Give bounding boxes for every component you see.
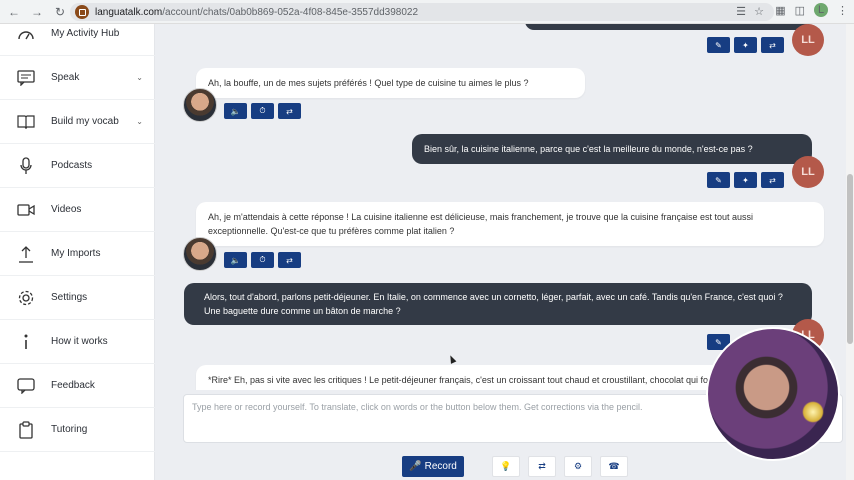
ai-message[interactable]: Ah, je m'attendais à cette réponse ! La … — [196, 202, 824, 246]
phone-icon: ☎ — [608, 461, 620, 471]
sidebar: My Activity Hub Speak ⌄ Build my vocab ⌄… — [0, 24, 155, 480]
sidebar-item-tutoring[interactable]: Tutoring — [0, 408, 155, 452]
sidebar-item-videos[interactable]: Videos — [0, 188, 155, 232]
star-icon[interactable]: ☆ — [752, 5, 766, 18]
user-message-actions: ✎ ✦ ⇄ — [707, 172, 784, 188]
translate-icon[interactable]: ☰ — [734, 5, 748, 18]
ai-message-actions: 🔈 ⏱ ⇄ — [224, 252, 301, 268]
url-path: /account/chats/0ab0b869-052a-4f08-845e-3… — [162, 6, 419, 18]
activity-icon — [15, 23, 37, 45]
sidebar-item-activity-hub[interactable]: My Activity Hub — [0, 12, 155, 56]
translate-icon[interactable]: ⇄ — [761, 37, 784, 53]
chevron-down-icon: ⌄ — [136, 117, 143, 126]
webcam-overlay — [706, 327, 840, 461]
sidebar-item-speak[interactable]: Speak ⌄ — [0, 56, 155, 100]
speech-bubble-icon — [15, 67, 37, 89]
sidebar-item-how-it-works[interactable]: How it works — [0, 320, 155, 364]
tutor-avatar — [183, 237, 217, 271]
ai-message[interactable]: Ah, la bouffe, un de mes sujets préférés… — [196, 68, 585, 98]
extensions-icon[interactable]: ▦ — [775, 4, 785, 17]
feedback-icon — [15, 375, 37, 397]
translate-button[interactable]: ⇄ — [528, 456, 556, 477]
clipboard-icon — [15, 419, 37, 441]
chat-scrollbar-thumb[interactable] — [847, 174, 853, 344]
slow-audio-icon[interactable]: ⏱ — [251, 103, 274, 119]
ai-message-actions: 🔈 ⏱ ⇄ — [224, 103, 301, 119]
user-message-actions: ✎ ✦ ⇄ — [707, 37, 784, 53]
video-icon — [15, 199, 37, 221]
speaker-icon[interactable]: 🔈 — [224, 103, 247, 119]
record-label: Record — [424, 461, 457, 472]
magic-wand-icon[interactable]: ✦ — [734, 172, 757, 188]
speaker-icon[interactable]: 🔈 — [224, 252, 247, 268]
user-message[interactable]: Bien sûr, la cuisine italienne, parce qu… — [412, 134, 812, 164]
call-button[interactable]: ☎ — [600, 456, 628, 477]
gear-icon — [15, 287, 37, 309]
menu-icon[interactable]: ⋮ — [837, 4, 848, 17]
edit-pencil-icon[interactable]: ✎ — [707, 172, 730, 188]
magic-wand-icon[interactable]: ✦ — [734, 37, 757, 53]
upload-icon — [15, 243, 37, 265]
sidebar-item-podcasts[interactable]: Podcasts — [0, 144, 155, 188]
microphone-icon: 🎤 — [409, 461, 422, 472]
edit-pencil-icon[interactable]: ✎ — [707, 37, 730, 53]
translate-icon[interactable]: ⇄ — [761, 172, 784, 188]
chat-scrollbar[interactable] — [846, 24, 854, 480]
translate-icon[interactable]: ⇄ — [278, 103, 301, 119]
sidepanel-icon[interactable]: ◫ — [795, 4, 805, 17]
sidebar-item-feedback[interactable]: Feedback — [0, 364, 155, 408]
composer-toolbar: 🎤 Record 💡 ⇄ ⚙ ☎ — [402, 456, 628, 477]
profile-avatar[interactable]: L — [814, 3, 828, 17]
microphone-icon — [15, 155, 37, 177]
book-icon — [15, 111, 37, 133]
user-avatar: LL — [792, 24, 824, 56]
address-bar[interactable]: languatalk.com/account/chats/0ab0b869-05… — [70, 3, 774, 21]
translate-icon: ⇄ — [538, 461, 546, 471]
translate-icon[interactable]: ⇄ — [278, 252, 301, 268]
user-avatar: LL — [792, 156, 824, 188]
chevron-down-icon: ⌄ — [136, 73, 143, 82]
user-message-partial — [525, 24, 810, 30]
info-icon — [15, 331, 37, 353]
record-button[interactable]: 🎤 Record — [402, 456, 464, 477]
tutor-avatar — [183, 88, 217, 122]
slow-audio-icon[interactable]: ⏱ — [251, 252, 274, 268]
settings-button[interactable]: ⚙ — [564, 456, 592, 477]
lightbulb-icon: 💡 — [500, 461, 512, 471]
sidebar-item-my-imports[interactable]: My Imports — [0, 232, 155, 276]
hint-bulb-button[interactable]: 💡 — [492, 456, 520, 477]
user-message[interactable]: Alors, tout d'abord, parlons petit-déjeu… — [184, 283, 812, 325]
gear-icon: ⚙ — [573, 461, 583, 471]
sidebar-item-build-vocab[interactable]: Build my vocab ⌄ — [0, 100, 155, 144]
sidebar-item-settings[interactable]: Settings — [0, 276, 155, 320]
